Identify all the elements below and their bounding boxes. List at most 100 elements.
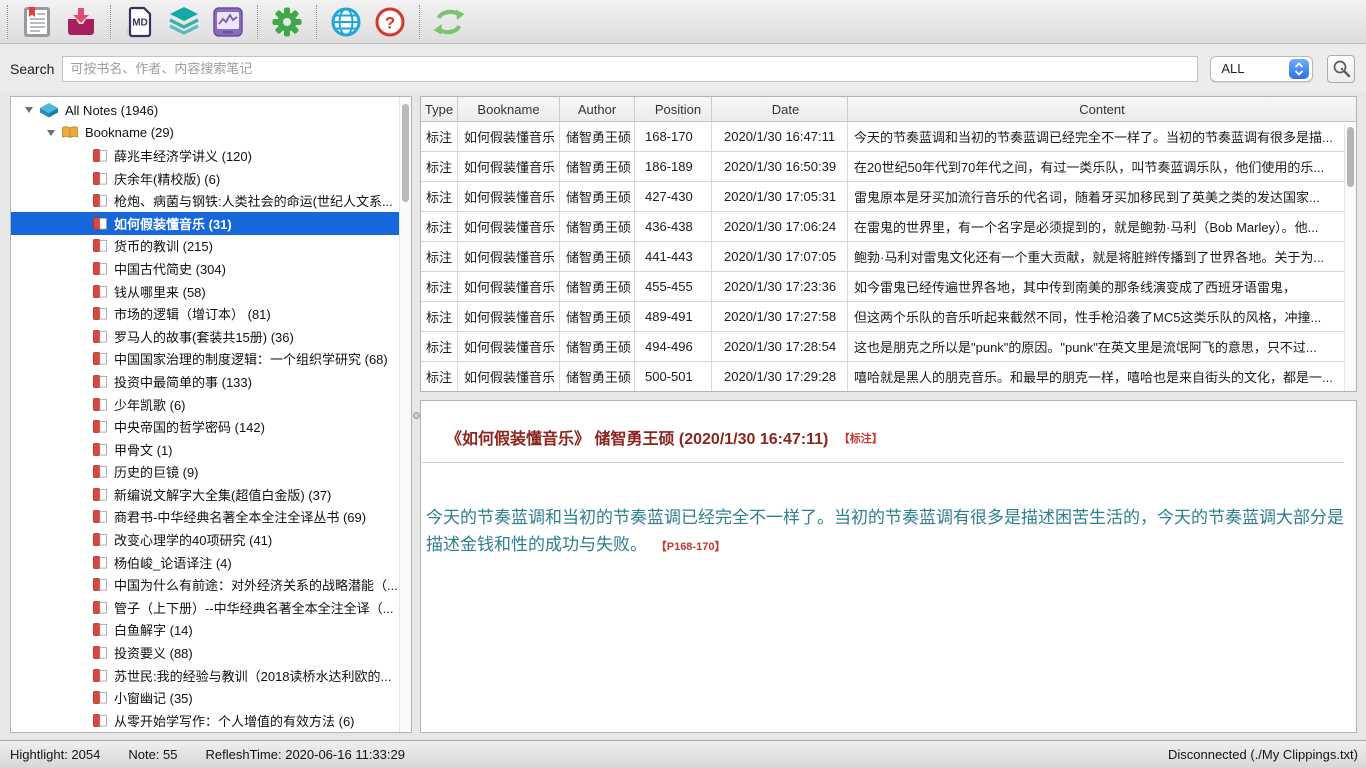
book-icon (93, 556, 107, 569)
book-label: 罗马人的故事(套装共15册) (36) (114, 327, 294, 346)
column-header-author[interactable]: Author (560, 97, 635, 121)
cell-content: 在雷鬼的世界里，有一个名字是必须提到的，就是鲍勃·马利（Bob Marley）。… (848, 212, 1356, 241)
sidebar-book-item[interactable]: 改变心理学的40项研究 (41) (11, 528, 399, 551)
sidebar-book-item[interactable]: 罗马人的故事(套装共15册) (36) (11, 325, 399, 348)
table-row[interactable]: 标注 如何假装懂音乐 储智勇王硕 494-496 2020/1/30 17:28… (421, 332, 1356, 362)
note-type-tag: 【标注】 (839, 433, 883, 445)
cell-type: 标注 (421, 302, 458, 331)
search-button[interactable] (1327, 55, 1355, 83)
bookname-group-label: Bookname (29) (85, 125, 174, 140)
sidebar-book-item[interactable]: 薛兆丰经济学讲义 (120) (11, 144, 399, 167)
sidebar-book-item[interactable]: 钱从哪里来 (58) (11, 280, 399, 303)
table-row[interactable]: 标注 如何假装懂音乐 储智勇王硕 427-430 2020/1/30 17:05… (421, 182, 1356, 212)
sidebar-book-item[interactable]: 从零开始学写作：个人增值的有效方法 (6) (11, 709, 399, 732)
sidebar-book-item[interactable]: 中国为什么有前途：对外经济关系的战略潜能（... (11, 573, 399, 596)
sidebar-item-bookname[interactable]: Bookname (29) (11, 122, 399, 145)
book-icon (93, 714, 107, 727)
book-label: 白鱼解字 (14) (114, 620, 193, 639)
toolbar-separator (257, 5, 258, 39)
sidebar-book-item[interactable]: 货币的教训 (215) (11, 235, 399, 258)
book-label: 管子（上下册）--中华经典名著全本全注全译（... (114, 598, 394, 617)
column-header-date[interactable]: Date (712, 97, 848, 121)
sidebar-book-item[interactable]: 管子（上下册）--中华经典名著全本全注全译（... (11, 596, 399, 619)
book-icon (93, 669, 107, 682)
column-header-bookname[interactable]: Bookname (458, 97, 560, 121)
disclosure-triangle-icon[interactable] (25, 107, 33, 113)
status-refresh-time: RefleshTime: 2020-06-16 11:33:29 (206, 747, 405, 762)
book-label: 从零开始学写作：个人增值的有效方法 (6) (114, 711, 355, 730)
table-row[interactable]: 标注 如何假装懂音乐 储智勇王硕 168-170 2020/1/30 16:47… (421, 122, 1356, 152)
sidebar-book-item[interactable]: 甲骨文 (1) (11, 438, 399, 461)
sidebar-book-item[interactable]: 投资要义 (88) (11, 641, 399, 664)
search-input[interactable] (62, 56, 1198, 82)
cell-content: 雷鬼原本是牙买加流行音乐的代名词，随着牙买加移民到了英美之类的发达国家... (848, 182, 1356, 211)
book-icon (93, 239, 107, 252)
sidebar-book-item[interactable]: 杨伯峻_论语译注 (4) (11, 551, 399, 574)
sidebar-book-item[interactable]: 投资中最简单的事 (133) (11, 370, 399, 393)
book-icon (93, 420, 107, 433)
sidebar-book-item[interactable]: 如何假装懂音乐 (31) (11, 212, 399, 235)
cell-content: 鲍勃·马利对雷鬼文化还有一个重大贡献，就是将脏辫传播到了世界各地。关于为... (848, 242, 1356, 271)
cell-content: 今天的节奏蓝调和当初的节奏蓝调已经完全不一样了。当初的节奏蓝调有很多是描... (848, 122, 1356, 151)
layers-button[interactable] (162, 2, 206, 42)
book-label: 中国国家治理的制度逻辑：一个组织学研究 (68) (114, 349, 388, 368)
table-row[interactable]: 标注 如何假装懂音乐 储智勇王硕 441-443 2020/1/30 17:07… (421, 242, 1356, 272)
import-button[interactable] (59, 2, 103, 42)
cell-bookname: 如何假装懂音乐 (458, 122, 560, 151)
sidebar-book-item[interactable]: 新编说文解字大全集(超值白金版) (37) (11, 483, 399, 506)
cell-author: 储智勇王硕 (560, 332, 635, 361)
sidebar-book-item[interactable]: 白鱼解字 (14) (11, 619, 399, 642)
sidebar-book-item[interactable]: 庆余年(精校版) (6) (11, 167, 399, 190)
filter-dropdown[interactable]: ALL (1210, 56, 1313, 82)
table-header-row: Type Bookname Author Position Date Conte… (421, 97, 1356, 122)
table-scrollbar-thumb[interactable] (1347, 127, 1354, 187)
book-icon (93, 510, 107, 523)
cell-type: 标注 (421, 212, 458, 241)
table-row[interactable]: 标注 如何假装懂音乐 储智勇王硕 500-501 2020/1/30 17:29… (421, 362, 1356, 392)
sidebar-book-item[interactable]: 中国国家治理的制度逻辑：一个组织学研究 (68) (11, 348, 399, 371)
cell-bookname: 如何假装懂音乐 (458, 272, 560, 301)
sidebar-item-all-notes[interactable]: All Notes (1946) (11, 99, 399, 122)
book-icon (93, 533, 107, 546)
all-notes-icon (40, 103, 58, 118)
book-icon (93, 601, 107, 614)
sidebar-book-item[interactable]: 少年凯歌 (6) (11, 393, 399, 416)
cell-date: 2020/1/30 17:05:31 (712, 182, 848, 211)
book-icon (93, 578, 107, 591)
sidebar-book-item[interactable]: 市场的逻辑（增订本） (81) (11, 302, 399, 325)
column-header-content[interactable]: Content (848, 97, 1356, 121)
statistics-button[interactable] (206, 2, 250, 42)
sidebar-panel: All Notes (1946) Bookname (29) 薛兆丰经济学讲义 … (10, 96, 412, 733)
help-button[interactable]: ? (368, 2, 412, 42)
sync-button[interactable] (427, 2, 471, 42)
sidebar-book-item[interactable]: 历史的巨镜 (9) (11, 461, 399, 484)
table-row[interactable]: 标注 如何假装懂音乐 储智勇王硕 436-438 2020/1/30 17:06… (421, 212, 1356, 242)
table-row[interactable]: 标注 如何假装懂音乐 储智勇王硕 489-491 2020/1/30 17:27… (421, 302, 1356, 332)
splitter-handle[interactable] (413, 412, 420, 419)
sidebar-book-item[interactable]: 枪炮、病菌与钢铁:人类社会的命运(世纪人文系... (11, 189, 399, 212)
cell-date: 2020/1/30 17:23:36 (712, 272, 848, 301)
column-header-type[interactable]: Type (421, 97, 458, 121)
web-button[interactable] (324, 2, 368, 42)
cell-date: 2020/1/30 17:06:24 (712, 212, 848, 241)
table-row[interactable]: 标注 如何假装懂音乐 储智勇王硕 186-189 2020/1/30 16:50… (421, 152, 1356, 182)
sidebar-scrollbar[interactable] (399, 97, 411, 732)
column-header-position[interactable]: Position (635, 97, 712, 121)
table-row[interactable]: 标注 如何假装懂音乐 储智勇王硕 455-455 2020/1/30 17:23… (421, 272, 1356, 302)
book-icon (93, 398, 107, 411)
cell-position: 427-430 (635, 182, 712, 211)
sidebar-book-item[interactable]: 商君书-中华经典名著全本全注全译丛书 (69) (11, 506, 399, 529)
sidebar-book-item[interactable]: 苏世民:我的经验与教训（2018读桥水达利欧的... (11, 664, 399, 687)
table-body: 标注 如何假装懂音乐 储智勇王硕 168-170 2020/1/30 16:47… (421, 122, 1356, 392)
notes-button[interactable] (15, 2, 59, 42)
disclosure-triangle-icon[interactable] (47, 130, 55, 136)
table-scrollbar[interactable] (1344, 123, 1356, 391)
cell-bookname: 如何假装懂音乐 (458, 362, 560, 391)
sidebar-scrollbar-thumb[interactable] (402, 104, 409, 202)
markdown-export-button[interactable]: MD (118, 2, 162, 42)
sidebar-book-item[interactable]: 小窗幽记 (35) (11, 686, 399, 709)
sidebar-book-item[interactable]: 中央帝国的哲学密码 (142) (11, 415, 399, 438)
sidebar-book-item[interactable]: 中国古代简史 (304) (11, 257, 399, 280)
settings-button[interactable] (265, 2, 309, 42)
status-bar: Hightlight: 2054 Note: 55 RefleshTime: 2… (0, 740, 1366, 768)
